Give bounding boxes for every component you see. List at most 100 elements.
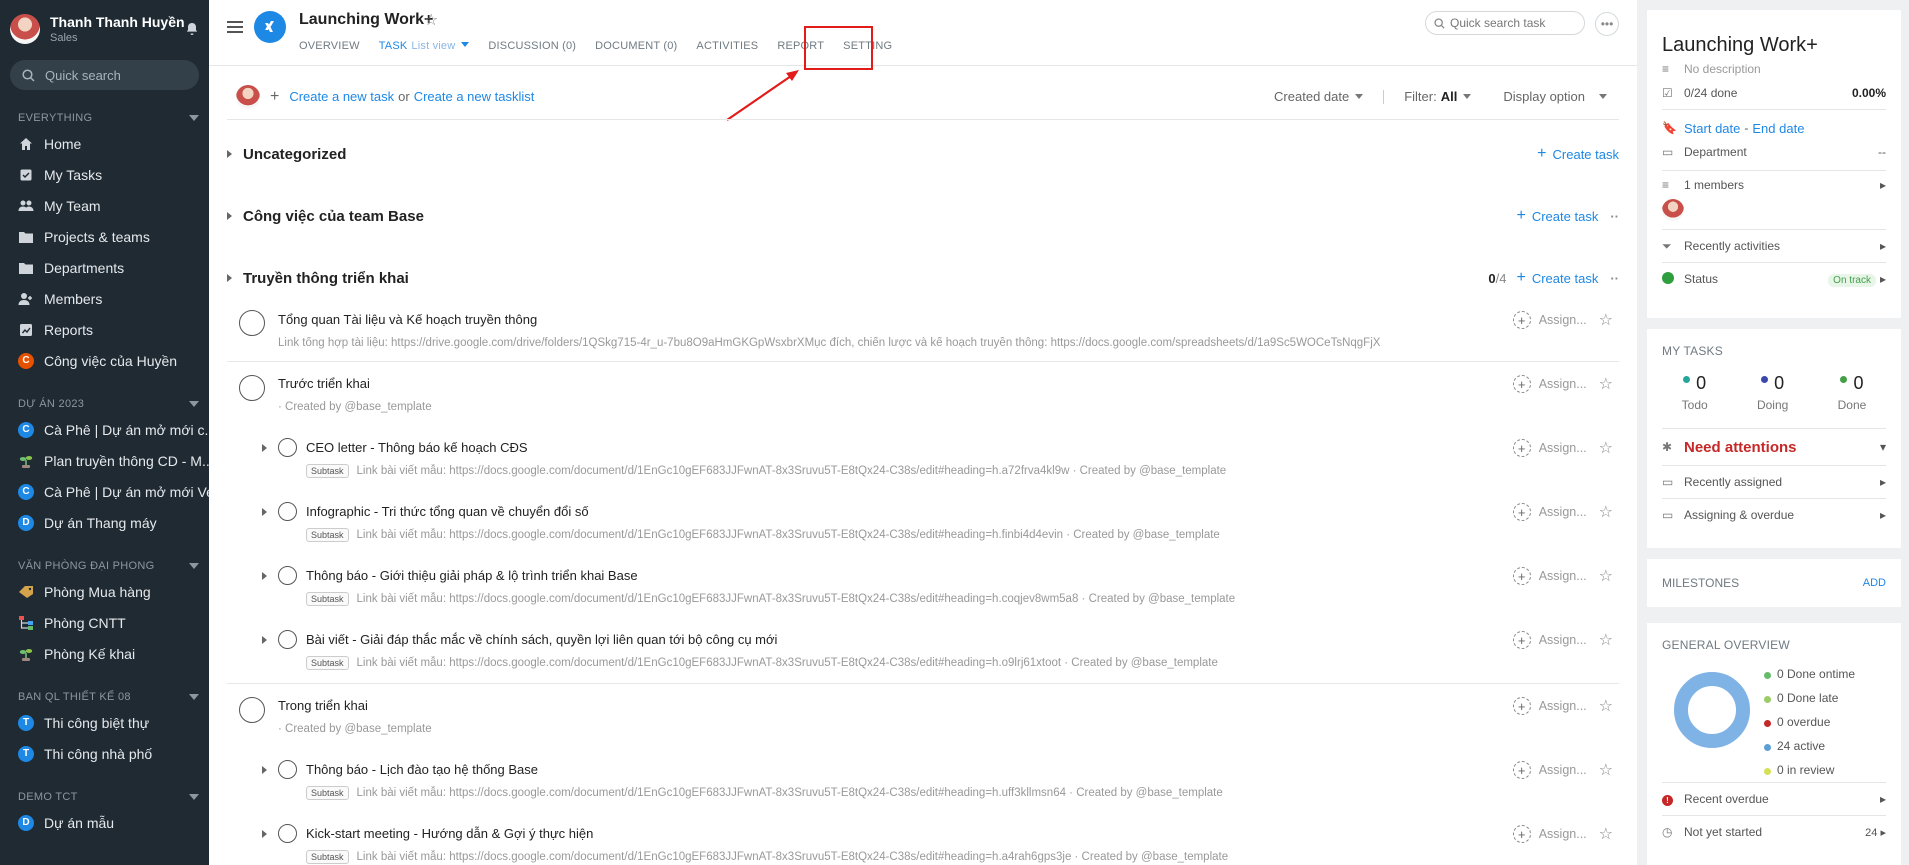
tasklist-team-base[interactable]: Công việc của team Base + Create task ··	[227, 204, 1619, 228]
star-icon[interactable]: ☆	[1599, 760, 1613, 780]
not-yet-started-row[interactable]: ◷ Not yet started 24 ▸	[1647, 816, 1901, 848]
star-icon[interactable]: ☆	[1599, 374, 1613, 394]
sidebar-item-my-team[interactable]: My Team	[0, 190, 209, 221]
task-title[interactable]: Kick-start meeting - Hướng dẫn & Gợi ý t…	[306, 826, 593, 841]
expand-icon[interactable]	[262, 830, 267, 838]
task-title[interactable]: Tổng quan Tài liệu và Kế hoạch truyền th…	[278, 312, 537, 327]
star-icon[interactable]: ☆	[1599, 630, 1613, 650]
expand-icon[interactable]	[262, 636, 267, 644]
display-option-dropdown[interactable]: Display option	[1503, 89, 1607, 104]
menu-icon[interactable]	[227, 20, 243, 37]
star-icon[interactable]: ☆	[1599, 438, 1613, 458]
sidebar-item-cong-viec-huyen[interactable]: C Công việc của Huyền	[0, 345, 209, 376]
star-icon[interactable]: ☆	[1599, 502, 1613, 522]
stat-doing[interactable]: 0 Doing	[1757, 373, 1788, 412]
task-row[interactable]: Trước triển khai · Created by @base_temp…	[227, 361, 1619, 425]
sidebar-item-members[interactable]: Members	[0, 283, 209, 314]
assign-button[interactable]: + Assign... ☆	[1512, 630, 1613, 650]
recent-overdue-row[interactable]: ! Recent overdue ▸	[1647, 783, 1901, 815]
sidebar-item-project[interactable]: D Dự án mẫu	[0, 807, 209, 838]
star-icon[interactable]: ☆	[424, 10, 438, 30]
task-checkbox[interactable]	[278, 824, 297, 843]
sidebar-item-my-tasks[interactable]: My Tasks	[0, 159, 209, 190]
need-attentions-row[interactable]: ✱ Need attentions ▾	[1647, 429, 1901, 465]
sort-dropdown[interactable]: Created date	[1274, 89, 1364, 104]
end-date-link[interactable]: End date	[1752, 121, 1804, 136]
task-checkbox[interactable]	[239, 697, 265, 723]
filter-dropdown[interactable]: Filter: All	[1404, 89, 1472, 104]
expand-icon[interactable]	[262, 444, 267, 452]
assign-button[interactable]: + Assign... ☆	[1512, 502, 1613, 522]
stat-todo[interactable]: 0 Todo	[1682, 373, 1708, 412]
section-everything[interactable]: EVERYTHING	[0, 108, 209, 128]
task-title[interactable]: Bài viết - Giải đáp thắc mắc về chính sá…	[306, 632, 777, 647]
sidebar-search[interactable]: Quick search	[10, 60, 199, 90]
legend-item[interactable]: 0 overdue	[1764, 710, 1855, 734]
assign-button[interactable]: + Assign... ☆	[1512, 566, 1613, 586]
sidebar-item-home[interactable]: Home	[0, 128, 209, 159]
add-milestone-button[interactable]: ADD	[1863, 577, 1886, 589]
create-task-button[interactable]: + Create task	[1517, 207, 1599, 225]
create-task-button[interactable]: + Create task	[1537, 145, 1619, 163]
task-title[interactable]: Trước triển khai	[278, 376, 370, 391]
sidebar-item-project[interactable]: T Thi công biệt thự	[0, 707, 209, 738]
sidebar-item-project[interactable]: C Cà Phê | Dự án mở mới c...	[0, 414, 209, 445]
tab-document[interactable]: DOCUMENT (0)	[595, 40, 677, 66]
sidebar-item-project[interactable]: Phòng Mua hàng	[0, 576, 209, 607]
task-title[interactable]: Thông báo - Giới thiệu giải pháp & lộ tr…	[306, 568, 638, 583]
sidebar-item-departments[interactable]: Departments	[0, 252, 209, 283]
star-icon[interactable]: ☆	[1599, 824, 1613, 844]
assign-button[interactable]: + Assign... ☆	[1512, 374, 1613, 394]
sidebar-item-project[interactable]: Plan truyền thông CD - M...	[0, 445, 209, 476]
more-icon[interactable]: ··	[1610, 209, 1619, 224]
assign-button[interactable]: + Assign... ☆	[1512, 310, 1613, 330]
status-row[interactable]: Status On track ▸	[1647, 263, 1901, 295]
sidebar-item-project[interactable]: Phòng Kế khai	[0, 638, 209, 669]
create-task-button[interactable]: + Create task	[1517, 269, 1599, 287]
bell-icon[interactable]	[185, 22, 199, 36]
task-title[interactable]: Infographic - Tri thức tổng quan về chuy…	[306, 504, 589, 519]
sidebar-item-project[interactable]: Phòng CNTT	[0, 607, 209, 638]
expand-icon[interactable]	[262, 572, 267, 580]
tasklist-truyen-thong[interactable]: Truyền thông triển khai 0/4 + Create task ·…	[227, 266, 1619, 290]
section-ban-ql[interactable]: BAN QL THIẾT KẾ 08	[0, 687, 209, 707]
subtask-row[interactable]: Infographic - Tri thức tổng quan về chuy…	[227, 502, 1619, 554]
recently-assigned-row[interactable]: ▭ Recently assigned ▸	[1647, 466, 1901, 498]
avatar[interactable]	[1662, 199, 1684, 221]
chevron-down-icon[interactable]	[461, 42, 470, 47]
legend-item[interactable]: 0 Done ontime	[1764, 662, 1855, 686]
task-title[interactable]: CEO letter - Thông báo kế hoạch CĐS	[306, 440, 528, 455]
task-row[interactable]: Tổng quan Tài liệu và Kế hoạch truyền th…	[227, 306, 1619, 358]
legend-item[interactable]: 0 Done late	[1764, 686, 1855, 710]
start-date-link[interactable]: Start date	[1684, 121, 1740, 136]
date-row[interactable]: 🔖 Start date - End date	[1647, 116, 1901, 140]
task-checkbox[interactable]	[278, 438, 297, 457]
create-tasklist-link[interactable]: Create a new tasklist	[414, 89, 535, 104]
subtask-row[interactable]: Thông báo - Giới thiệu giải pháp & lộ tr…	[227, 566, 1619, 618]
sidebar-item-project[interactable]: D Dự án Thang máy	[0, 507, 209, 538]
task-row[interactable]: Trong triển khai · Created by @base_temp…	[227, 683, 1619, 747]
subtask-row[interactable]: CEO letter - Thông báo kế hoạch CĐS Subt…	[227, 438, 1619, 490]
expand-icon[interactable]	[227, 274, 232, 282]
subtask-row[interactable]: Thông báo - Lịch đào tạo hệ thống Base S…	[227, 760, 1619, 812]
user-header[interactable]: Thanh Thanh Huyền Sales	[0, 0, 209, 48]
assign-button[interactable]: + Assign... ☆	[1512, 696, 1613, 716]
star-icon[interactable]: ☆	[1599, 566, 1613, 586]
task-checkbox[interactable]	[239, 310, 265, 336]
expand-icon[interactable]	[262, 766, 267, 774]
star-icon[interactable]: ☆	[1599, 310, 1613, 330]
tab-activities[interactable]: ACTIVITIES	[696, 40, 758, 66]
tab-task[interactable]: TASK List view	[379, 40, 470, 66]
recent-activities-row[interactable]: ⏷ Recently activities ▸	[1647, 230, 1901, 262]
legend-item[interactable]: 0 in review	[1764, 758, 1855, 782]
plus-icon[interactable]: +	[270, 88, 279, 106]
assign-button[interactable]: + Assign... ☆	[1512, 760, 1613, 780]
star-icon[interactable]: ☆	[1599, 696, 1613, 716]
assign-button[interactable]: + Assign... ☆	[1512, 824, 1613, 844]
task-search-input[interactable]: Quick search task	[1425, 11, 1585, 35]
sidebar-item-projects[interactable]: Projects & teams	[0, 221, 209, 252]
tab-overview[interactable]: OVERVIEW	[299, 40, 360, 66]
sidebar-item-reports[interactable]: Reports	[0, 314, 209, 345]
task-title[interactable]: Trong triển khai	[278, 698, 368, 713]
department-row[interactable]: ▭ Department --	[1647, 140, 1901, 164]
